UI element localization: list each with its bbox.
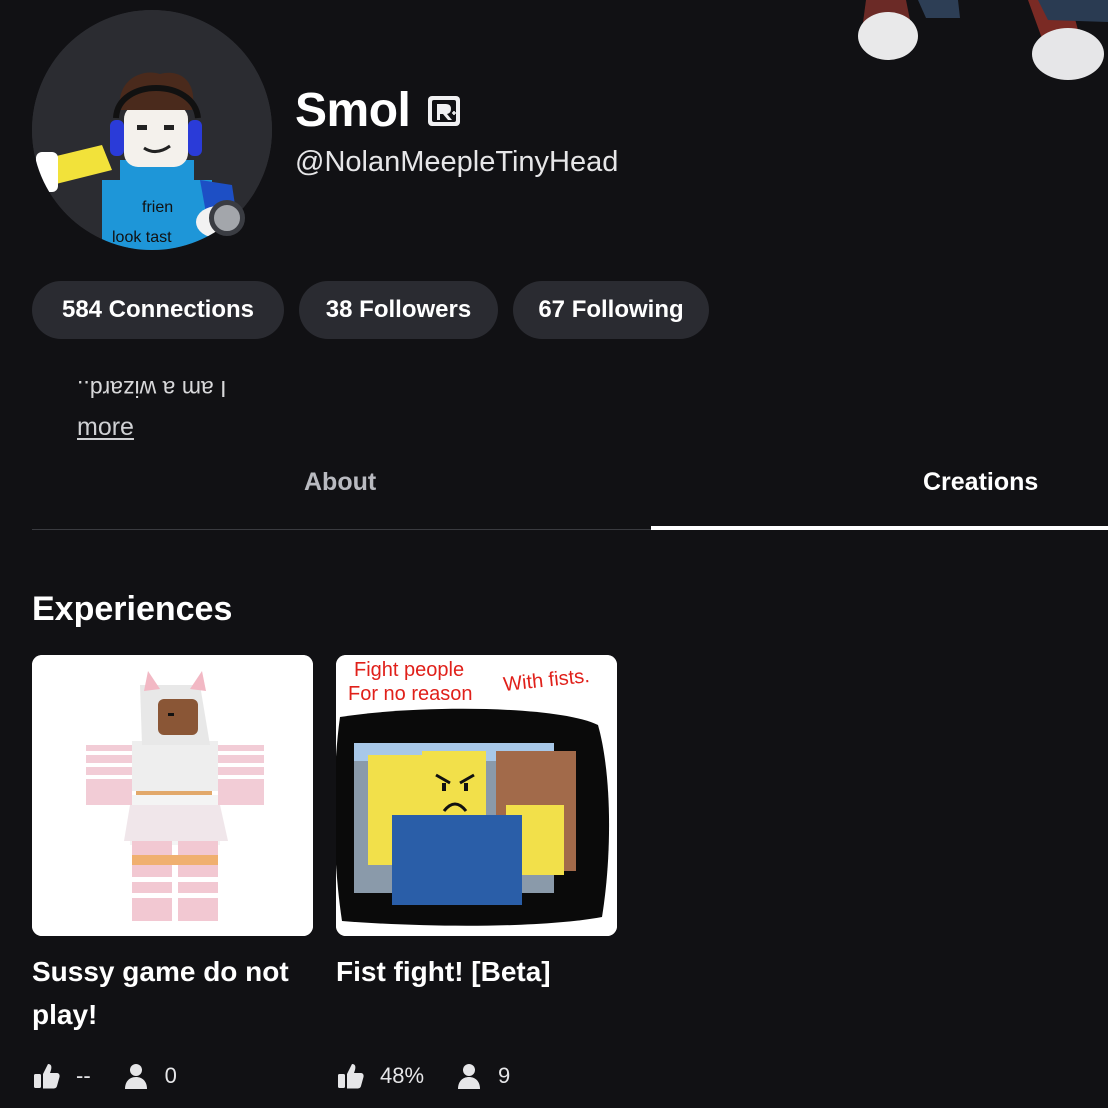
- rating-value: 48%: [380, 1063, 425, 1088]
- presence-status-indicator: [209, 200, 245, 236]
- person-icon: [121, 1061, 151, 1091]
- experience-title[interactable]: Sussy game do not play!: [32, 950, 313, 1036]
- profile-bio: I am a wizard..: [77, 372, 227, 406]
- tab-creations[interactable]: Creations: [923, 465, 1038, 499]
- connections-button[interactable]: 584 Connections: [32, 281, 284, 339]
- following-button[interactable]: 67 Following: [513, 281, 709, 339]
- person-icon: [454, 1061, 484, 1091]
- tab-about[interactable]: About: [304, 465, 376, 499]
- experience-card[interactable]: Fight people For no reason With fists. F…: [336, 655, 617, 993]
- player-count: 0: [164, 1063, 177, 1088]
- experience-title[interactable]: Fist fight! [Beta]: [336, 950, 617, 993]
- thumbs-up-icon: [336, 1061, 366, 1091]
- thumbnail-text: Fight people: [354, 659, 464, 681]
- experience-thumbnail[interactable]: Fight people For no reason With fists.: [336, 655, 617, 936]
- active-tab-indicator: [651, 526, 1108, 530]
- profile-avatar[interactable]: frien look tast: [32, 10, 272, 250]
- svg-text:look tast: look tast: [112, 229, 172, 246]
- svg-text:frien: frien: [142, 199, 173, 216]
- bio-text: I am a wizard..: [77, 376, 227, 402]
- player-count: 9: [498, 1063, 511, 1088]
- display-name: Smol: [295, 84, 411, 137]
- experience-stats: -- 0: [32, 1061, 207, 1091]
- bio-more-link[interactable]: more: [77, 410, 134, 444]
- username: @NolanMeepleTinyHead: [295, 146, 619, 178]
- verified-badge-icon: [426, 94, 462, 128]
- rating-value: --: [76, 1063, 91, 1088]
- thumbs-up-icon: [32, 1061, 62, 1091]
- corner-avatar-art: [848, 0, 1108, 90]
- followers-button[interactable]: 38 Followers: [299, 281, 498, 339]
- experience-thumbnail[interactable]: [32, 655, 313, 936]
- experience-card[interactable]: Sussy game do not play!: [32, 655, 313, 1036]
- tab-divider: [32, 529, 651, 530]
- thumbnail-text: For no reason: [348, 683, 473, 705]
- experience-stats: 48% 9: [336, 1061, 540, 1091]
- experiences-heading: Experiences: [32, 590, 233, 628]
